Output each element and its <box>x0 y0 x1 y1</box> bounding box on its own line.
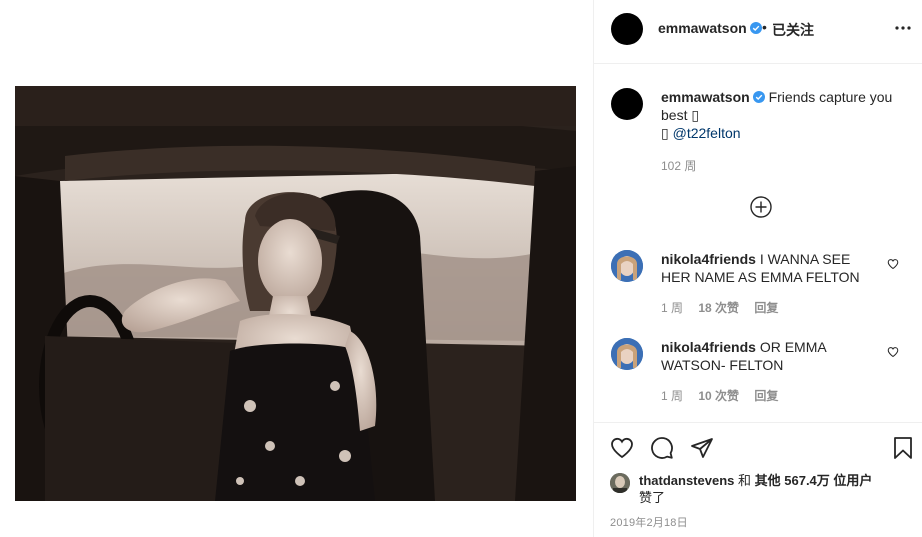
photo-pane <box>0 0 593 537</box>
commenter-avatar-image <box>611 338 643 370</box>
caption-mention-link[interactable]: @t22felton <box>673 125 741 141</box>
comment-reply-button[interactable]: 回复 <box>754 301 778 315</box>
header-separator: • <box>762 19 767 35</box>
more-options-icon[interactable] <box>894 18 912 38</box>
liker-avatar[interactable] <box>610 473 630 493</box>
load-more-comments-icon[interactable] <box>750 196 772 218</box>
bookmark-icon[interactable] <box>891 436 915 460</box>
instagram-post-page: emmawatson • 已关注 emmawatson Friends capt… <box>0 0 922 537</box>
comment-item: nikola4friends OR EMMA WATSON- FELTON 1 … <box>594 338 922 418</box>
comment-like-count[interactable]: 10 次赞 <box>698 389 739 403</box>
paper-plane-icon[interactable] <box>690 436 714 460</box>
photo-illustration <box>15 86 576 501</box>
likes-others-link[interactable]: 其他 567.4万 位用户 <box>755 473 873 488</box>
post-sidebar: emmawatson • 已关注 emmawatson Friends capt… <box>593 0 922 537</box>
post-actions: thatdanstevens 和 其他 567.4万 位用户 赞了 2019年2… <box>594 422 922 537</box>
comment-meta: 1 周 10 次赞 回复 <box>661 387 790 404</box>
comment-meta: 1 周 18 次赞 回复 <box>661 299 790 316</box>
post-header: emmawatson • 已关注 <box>594 0 922 64</box>
comment-text: nikola4friends OR EMMA WATSON- FELTON <box>661 338 879 374</box>
comment-username[interactable]: nikola4friends <box>661 339 756 355</box>
comment-timestamp[interactable]: 1 周 <box>661 301 683 315</box>
author-username[interactable]: emmawatson <box>658 20 762 36</box>
liker-avatar-image <box>610 473 630 493</box>
comment-timestamp[interactable]: 1 周 <box>661 389 683 403</box>
caption-avatar[interactable] <box>611 88 643 120</box>
post-date[interactable]: 2019年2月18日 <box>610 514 688 530</box>
liker-username[interactable]: thatdanstevens <box>639 473 734 488</box>
verified-badge-icon <box>749 22 762 34</box>
author-username-text[interactable]: emmawatson <box>658 20 747 36</box>
comment-text: nikola4friends I WANNA SEE HER NAME AS E… <box>661 250 879 286</box>
verified-badge-icon <box>752 91 765 103</box>
commenter-avatar[interactable] <box>611 338 643 370</box>
comment-like-count[interactable]: 18 次赞 <box>698 301 739 315</box>
likes-and: 和 <box>738 473 752 488</box>
commenter-avatar[interactable] <box>611 250 643 282</box>
caption-emoji: ▯ <box>661 125 669 141</box>
comment-reply-button[interactable]: 回复 <box>754 389 778 403</box>
comment-like-heart-icon[interactable] <box>887 258 899 270</box>
author-avatar[interactable] <box>611 13 643 45</box>
comment-like-heart-icon[interactable] <box>887 346 899 358</box>
comments-scroll-area[interactable]: emmawatson Friends capture you best ▯ ▯ … <box>594 64 922 422</box>
caption-username[interactable]: emmawatson <box>661 89 750 105</box>
likes-text: thatdanstevens 和 其他 567.4万 位用户 赞了 <box>639 472 909 506</box>
comment-item: nikola4friends I WANNA SEE HER NAME AS E… <box>594 250 922 330</box>
comment-username[interactable]: nikola4friends <box>661 251 756 267</box>
heart-icon[interactable] <box>610 436 634 460</box>
caption-timestamp[interactable]: 102 周 <box>661 157 696 174</box>
post-photo[interactable] <box>15 86 576 501</box>
likes-liked: 赞了 <box>639 490 666 505</box>
following-button[interactable]: 已关注 <box>772 20 814 40</box>
caption-text: emmawatson Friends capture you best ▯ ▯ … <box>661 88 901 142</box>
comment-icon[interactable] <box>650 436 674 460</box>
commenter-avatar-image <box>611 250 643 282</box>
caption-emoji: ▯ <box>691 107 700 123</box>
